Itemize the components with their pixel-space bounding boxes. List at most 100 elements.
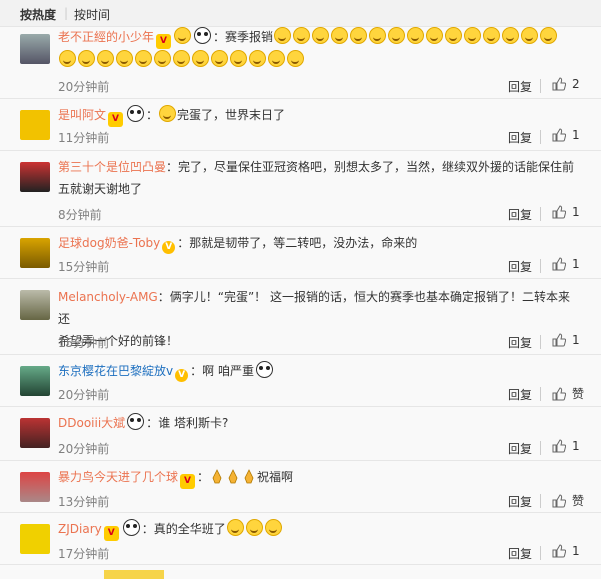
comment-item: 老不正經的小少年 V ：赛季报销 20分钟前 回复 2 [0, 26, 601, 99]
sort-by-time[interactable]: 按时间 [74, 6, 110, 23]
divider [540, 335, 541, 349]
timestamp: 20分钟前 [58, 442, 110, 456]
panda-icon [194, 27, 212, 44]
like-button[interactable]: 赞 [552, 492, 584, 509]
comment-body: 赛季报销 [225, 30, 274, 44]
like-button[interactable]: 1 [552, 333, 580, 347]
comment-text: 老不正經的小少年 V ：赛季报销 [58, 26, 577, 71]
reply-button[interactable]: 回复 [508, 78, 532, 95]
comment-text: Melancholy-AMG：俩字儿！“完蛋”！ 这一报销的话，恒大的赛季也基本… [58, 290, 571, 348]
divider [540, 441, 541, 455]
verified-icon: V [175, 369, 189, 382]
smile-emoji-icon [159, 105, 177, 122]
next-comment-partial [104, 570, 164, 579]
username[interactable]: 是叫阿文 [58, 108, 106, 122]
thumbs-up-icon [552, 257, 566, 271]
divider [540, 130, 541, 144]
thumbs-up-icon [552, 386, 566, 400]
username[interactable]: 暴力鸟今天进了几个球 [58, 470, 178, 484]
reply-button[interactable]: 回复 [508, 334, 532, 351]
like-button[interactable]: 2 [552, 77, 580, 91]
username[interactable]: Melancholy-AMG [58, 290, 158, 304]
comment-body: 完了，尽量保住亚冠资格吧，别想太多了，当然，继续双外援的话能保住前 [178, 160, 575, 174]
scream-emoji-icon [255, 361, 273, 378]
timestamp: 17分钟前 [58, 547, 110, 561]
divider [540, 259, 541, 273]
reply-button[interactable]: 回复 [508, 493, 532, 510]
avatar[interactable] [20, 290, 50, 320]
like-count: 1 [572, 544, 580, 558]
like-count: 1 [572, 257, 580, 271]
reply-button[interactable]: 回复 [508, 440, 532, 457]
username[interactable]: 东京樱花在巴黎綻放v [58, 364, 173, 378]
comment-body-continued: 五就谢天谢地了 [58, 182, 143, 196]
timestamp: 15分钟前 [58, 336, 110, 350]
thumbs-up-icon [552, 205, 566, 219]
comment-body: 祝福啊 [257, 470, 294, 484]
comment-item: 是叫阿文 V：完蛋了，世界末日了 11分钟前 回复 1 [0, 98, 601, 151]
username[interactable]: ZJDiary [58, 522, 102, 536]
divider [540, 546, 541, 560]
like-button[interactable]: 1 [552, 439, 580, 453]
like-button[interactable]: 1 [552, 205, 580, 219]
like-button[interactable]: 1 [552, 544, 580, 558]
comment-item: 第三十个是位凹凸曼：完了，尽量保住亚冠资格吧，别想太多了，当然，继续双外援的话能… [0, 150, 601, 227]
avatar[interactable] [20, 472, 50, 502]
like-button[interactable]: 1 [552, 257, 580, 271]
comment-body: 真的全华班了 [153, 522, 226, 536]
avatar[interactable] [20, 418, 50, 448]
username[interactable]: 足球dog奶爸-Toby [58, 236, 160, 250]
reply-button[interactable]: 回复 [508, 386, 532, 403]
comment-item: 足球dog奶爸-Toby V ：那就是韧带了，等二转吧，没办法，命来的 15分钟前 … [0, 226, 601, 279]
timestamp: 15分钟前 [58, 260, 110, 274]
comment-item: 东京樱花在巴黎綻放v V ：啊 咱严重 20分钟前 回复 赞 [0, 354, 601, 407]
vip-icon: V [180, 474, 196, 489]
vip-icon: V [103, 526, 119, 541]
avatar[interactable] [20, 110, 50, 140]
verified-icon: V [162, 241, 176, 254]
like-label: 赞 [572, 494, 585, 508]
username[interactable]: DDooiii大斌 [58, 416, 125, 430]
reply-button[interactable]: 回复 [508, 258, 532, 275]
comment-body: 谁 塔利斯卡? [158, 416, 229, 430]
timestamp: 20分钟前 [58, 388, 110, 402]
avatar[interactable] [20, 238, 50, 268]
avatar[interactable] [20, 524, 50, 554]
pray-emoji-icon [209, 469, 257, 484]
thumbs-up-icon [552, 544, 566, 558]
reply-button[interactable]: 回复 [508, 129, 532, 146]
comment-text: ZJDiary V ：真的全华班了 [58, 518, 577, 541]
comment-text: 足球dog奶爸-Toby V ：那就是韧带了，等二转吧，没办法，命来的 [58, 236, 418, 254]
thumbs-up-icon [552, 493, 566, 507]
sort-by-hot[interactable]: 按热度 [20, 6, 56, 23]
panda-icon [127, 413, 145, 430]
timestamp: 11分钟前 [58, 131, 110, 145]
sort-divider: | [64, 6, 69, 20]
like-count: 1 [572, 205, 580, 219]
like-count: 1 [572, 128, 580, 142]
comment-item: ZJDiary V ：真的全华班了 17分钟前 回复 1 [0, 512, 601, 565]
laugh-cry-emoji-icon [226, 519, 283, 536]
vip-icon: V [108, 112, 124, 127]
like-button[interactable]: 1 [552, 128, 580, 142]
timestamp: 13分钟前 [58, 495, 110, 509]
thumbs-up-icon [552, 128, 566, 142]
like-label: 赞 [572, 387, 585, 401]
reply-button[interactable]: 回复 [508, 206, 532, 223]
avatar[interactable] [20, 162, 50, 192]
username[interactable]: 第三十个是位凹凸曼 [58, 160, 166, 174]
like-button[interactable]: 赞 [552, 385, 584, 402]
divider [540, 494, 541, 508]
avatar[interactable] [20, 366, 50, 396]
vip-icon: V [156, 34, 172, 49]
thumbs-up-icon [552, 333, 566, 347]
divider [540, 79, 541, 93]
emoji-row-icon [273, 27, 558, 44]
divider [540, 207, 541, 221]
username[interactable]: 老不正經的小少年 [58, 30, 154, 44]
reply-button[interactable]: 回复 [508, 545, 532, 562]
thumbs-up-icon [552, 77, 566, 91]
avatar[interactable] [20, 34, 50, 64]
comment-text: 暴力鸟今天进了几个球 V：祝福啊 [58, 466, 577, 489]
timestamp: 8分钟前 [58, 208, 102, 222]
